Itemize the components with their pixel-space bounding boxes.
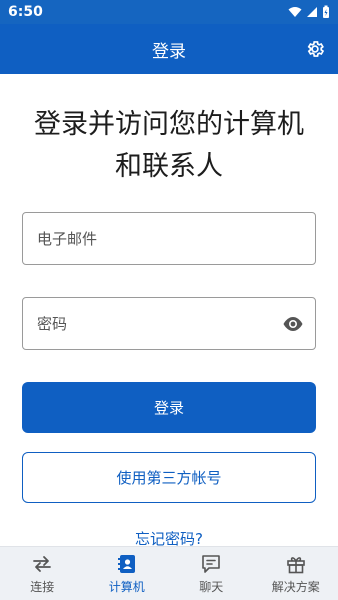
nav-label-computers: 计算机 xyxy=(108,579,145,594)
nav-item-connect[interactable]: 连接 xyxy=(0,547,85,600)
app-bar: 登录 xyxy=(0,24,338,74)
contacts-icon xyxy=(116,553,138,575)
nav-item-solutions[interactable]: 解决方案 xyxy=(254,547,338,600)
gift-icon xyxy=(285,553,307,575)
email-field[interactable]: 电子邮件 xyxy=(22,212,316,265)
status-time: 6:50 xyxy=(8,4,43,20)
chat-icon xyxy=(200,553,222,575)
bottom-nav: 连接 计算机 聊天 解决方案 xyxy=(0,546,338,600)
nav-item-computers[interactable]: 计算机 xyxy=(85,547,170,600)
signal-icon xyxy=(307,7,317,17)
nav-label-solutions: 解决方案 xyxy=(271,579,320,594)
wifi-icon xyxy=(288,7,302,17)
eye-icon xyxy=(283,317,303,331)
nav-label-chat: 聊天 xyxy=(199,579,224,594)
gear-icon xyxy=(307,41,325,57)
nav-item-chat[interactable]: 聊天 xyxy=(169,547,254,600)
email-placeholder: 电子邮件 xyxy=(37,230,98,248)
third-party-login-button[interactable]: 使用第三方帐号 xyxy=(22,452,316,503)
login-button[interactable]: 登录 xyxy=(22,382,316,433)
battery-icon xyxy=(323,5,329,18)
show-password-toggle[interactable] xyxy=(281,312,305,336)
status-bar: 6:50 xyxy=(0,0,338,24)
nav-label-connect: 连接 xyxy=(30,579,55,594)
settings-button[interactable] xyxy=(304,38,326,60)
page-title: 登录 xyxy=(152,41,186,62)
connect-arrows-icon xyxy=(31,553,53,575)
status-icons xyxy=(288,5,330,19)
password-field[interactable]: 密码 xyxy=(22,297,316,350)
login-heading: 登录并访问您的计算机和联系人 xyxy=(34,109,304,182)
password-placeholder: 密码 xyxy=(37,315,68,333)
